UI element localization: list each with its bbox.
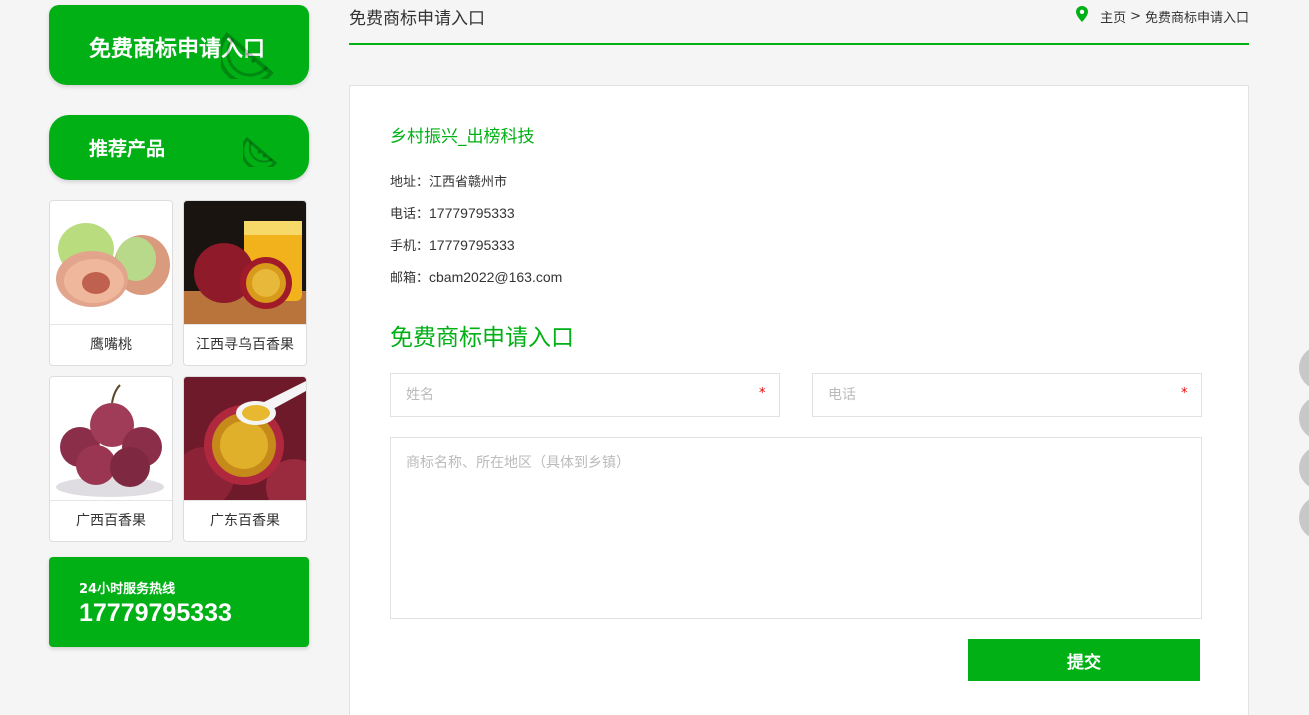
submit-button[interactable]: 提交 (968, 639, 1200, 681)
sidebar-title-trademark[interactable]: 免费商标申请入口 (49, 5, 309, 85)
product-image-passionfruit-juice[interactable] (184, 201, 306, 324)
address-label: 地址： (390, 175, 430, 190)
product-card[interactable]: 江西寻乌百香果 (183, 200, 307, 366)
product-card[interactable]: 广西百香果 (49, 376, 173, 542)
product-name[interactable]: 江西寻乌百香果 (184, 324, 306, 365)
page-header: 免费商标申请入口 主页 > 免费商标申请入口 (349, 0, 1249, 45)
name-input[interactable] (390, 373, 780, 417)
breadcrumb-home-link[interactable]: 主页 (1100, 7, 1126, 26)
product-image-passionfruit-spoon[interactable] (184, 377, 306, 500)
contact-phone: 电话：17779795333 (390, 203, 515, 222)
product-name[interactable]: 广东百香果 (184, 500, 306, 541)
product-name[interactable]: 广西百香果 (50, 500, 172, 541)
breadcrumb-current: 免费商标申请入口 (1144, 10, 1249, 26)
hotline-box: 24小时服务热线 17779795333 (49, 557, 309, 647)
watermelon-icon (217, 15, 285, 85)
mobile-label: 手机： (390, 239, 430, 254)
message-textarea[interactable] (390, 437, 1202, 619)
hotline-number: 17779795333 (79, 599, 232, 627)
float-button[interactable] (1299, 346, 1309, 390)
location-pin-icon (1076, 6, 1096, 26)
phone-required-mark: * (1181, 386, 1188, 401)
float-button[interactable] (1299, 396, 1309, 440)
contact-email: 邮箱：cbam2022@163.com (390, 267, 562, 286)
email-label: 邮箱： (390, 271, 430, 286)
sidebar-title-products-label: 推荐产品 (89, 138, 166, 160)
product-card[interactable]: 鹰嘴桃 (49, 200, 173, 366)
product-image-passionfruit-bowl[interactable] (50, 377, 172, 500)
page-title: 免费商标申请入口 (349, 9, 485, 29)
breadcrumb-separator: > (1130, 8, 1141, 24)
watermelon-icon (241, 127, 283, 172)
form-title: 免费商标申请入口 (390, 325, 574, 351)
product-card[interactable]: 广东百香果 (183, 376, 307, 542)
contact-mobile: 手机：17779795333 (390, 235, 515, 254)
name-required-mark: * (759, 386, 766, 401)
main-panel: 乡村振兴_出榜科技 地址：江西省赣州市 电话：17779795333 手机：17… (349, 85, 1249, 715)
product-name[interactable]: 鹰嘴桃 (50, 324, 172, 365)
phone-value: 17779795333 (429, 205, 515, 221)
product-image-peach[interactable] (50, 201, 172, 324)
phone-label: 电话： (390, 207, 430, 222)
float-button[interactable] (1299, 446, 1309, 490)
sidebar-title-products: 推荐产品 (49, 115, 309, 180)
company-name: 乡村振兴_出榜科技 (390, 127, 535, 147)
hotline-label: 24小时服务热线 (79, 582, 176, 597)
address-value: 江西省赣州市 (429, 175, 508, 190)
mobile-value: 17779795333 (429, 237, 515, 253)
breadcrumb: 主页 > 免费商标申请入口 (1076, 6, 1249, 26)
contact-address: 地址：江西省赣州市 (390, 171, 507, 190)
float-button[interactable] (1299, 496, 1309, 540)
phone-input[interactable] (812, 373, 1202, 417)
email-value: cbam2022@163.com (429, 269, 563, 285)
